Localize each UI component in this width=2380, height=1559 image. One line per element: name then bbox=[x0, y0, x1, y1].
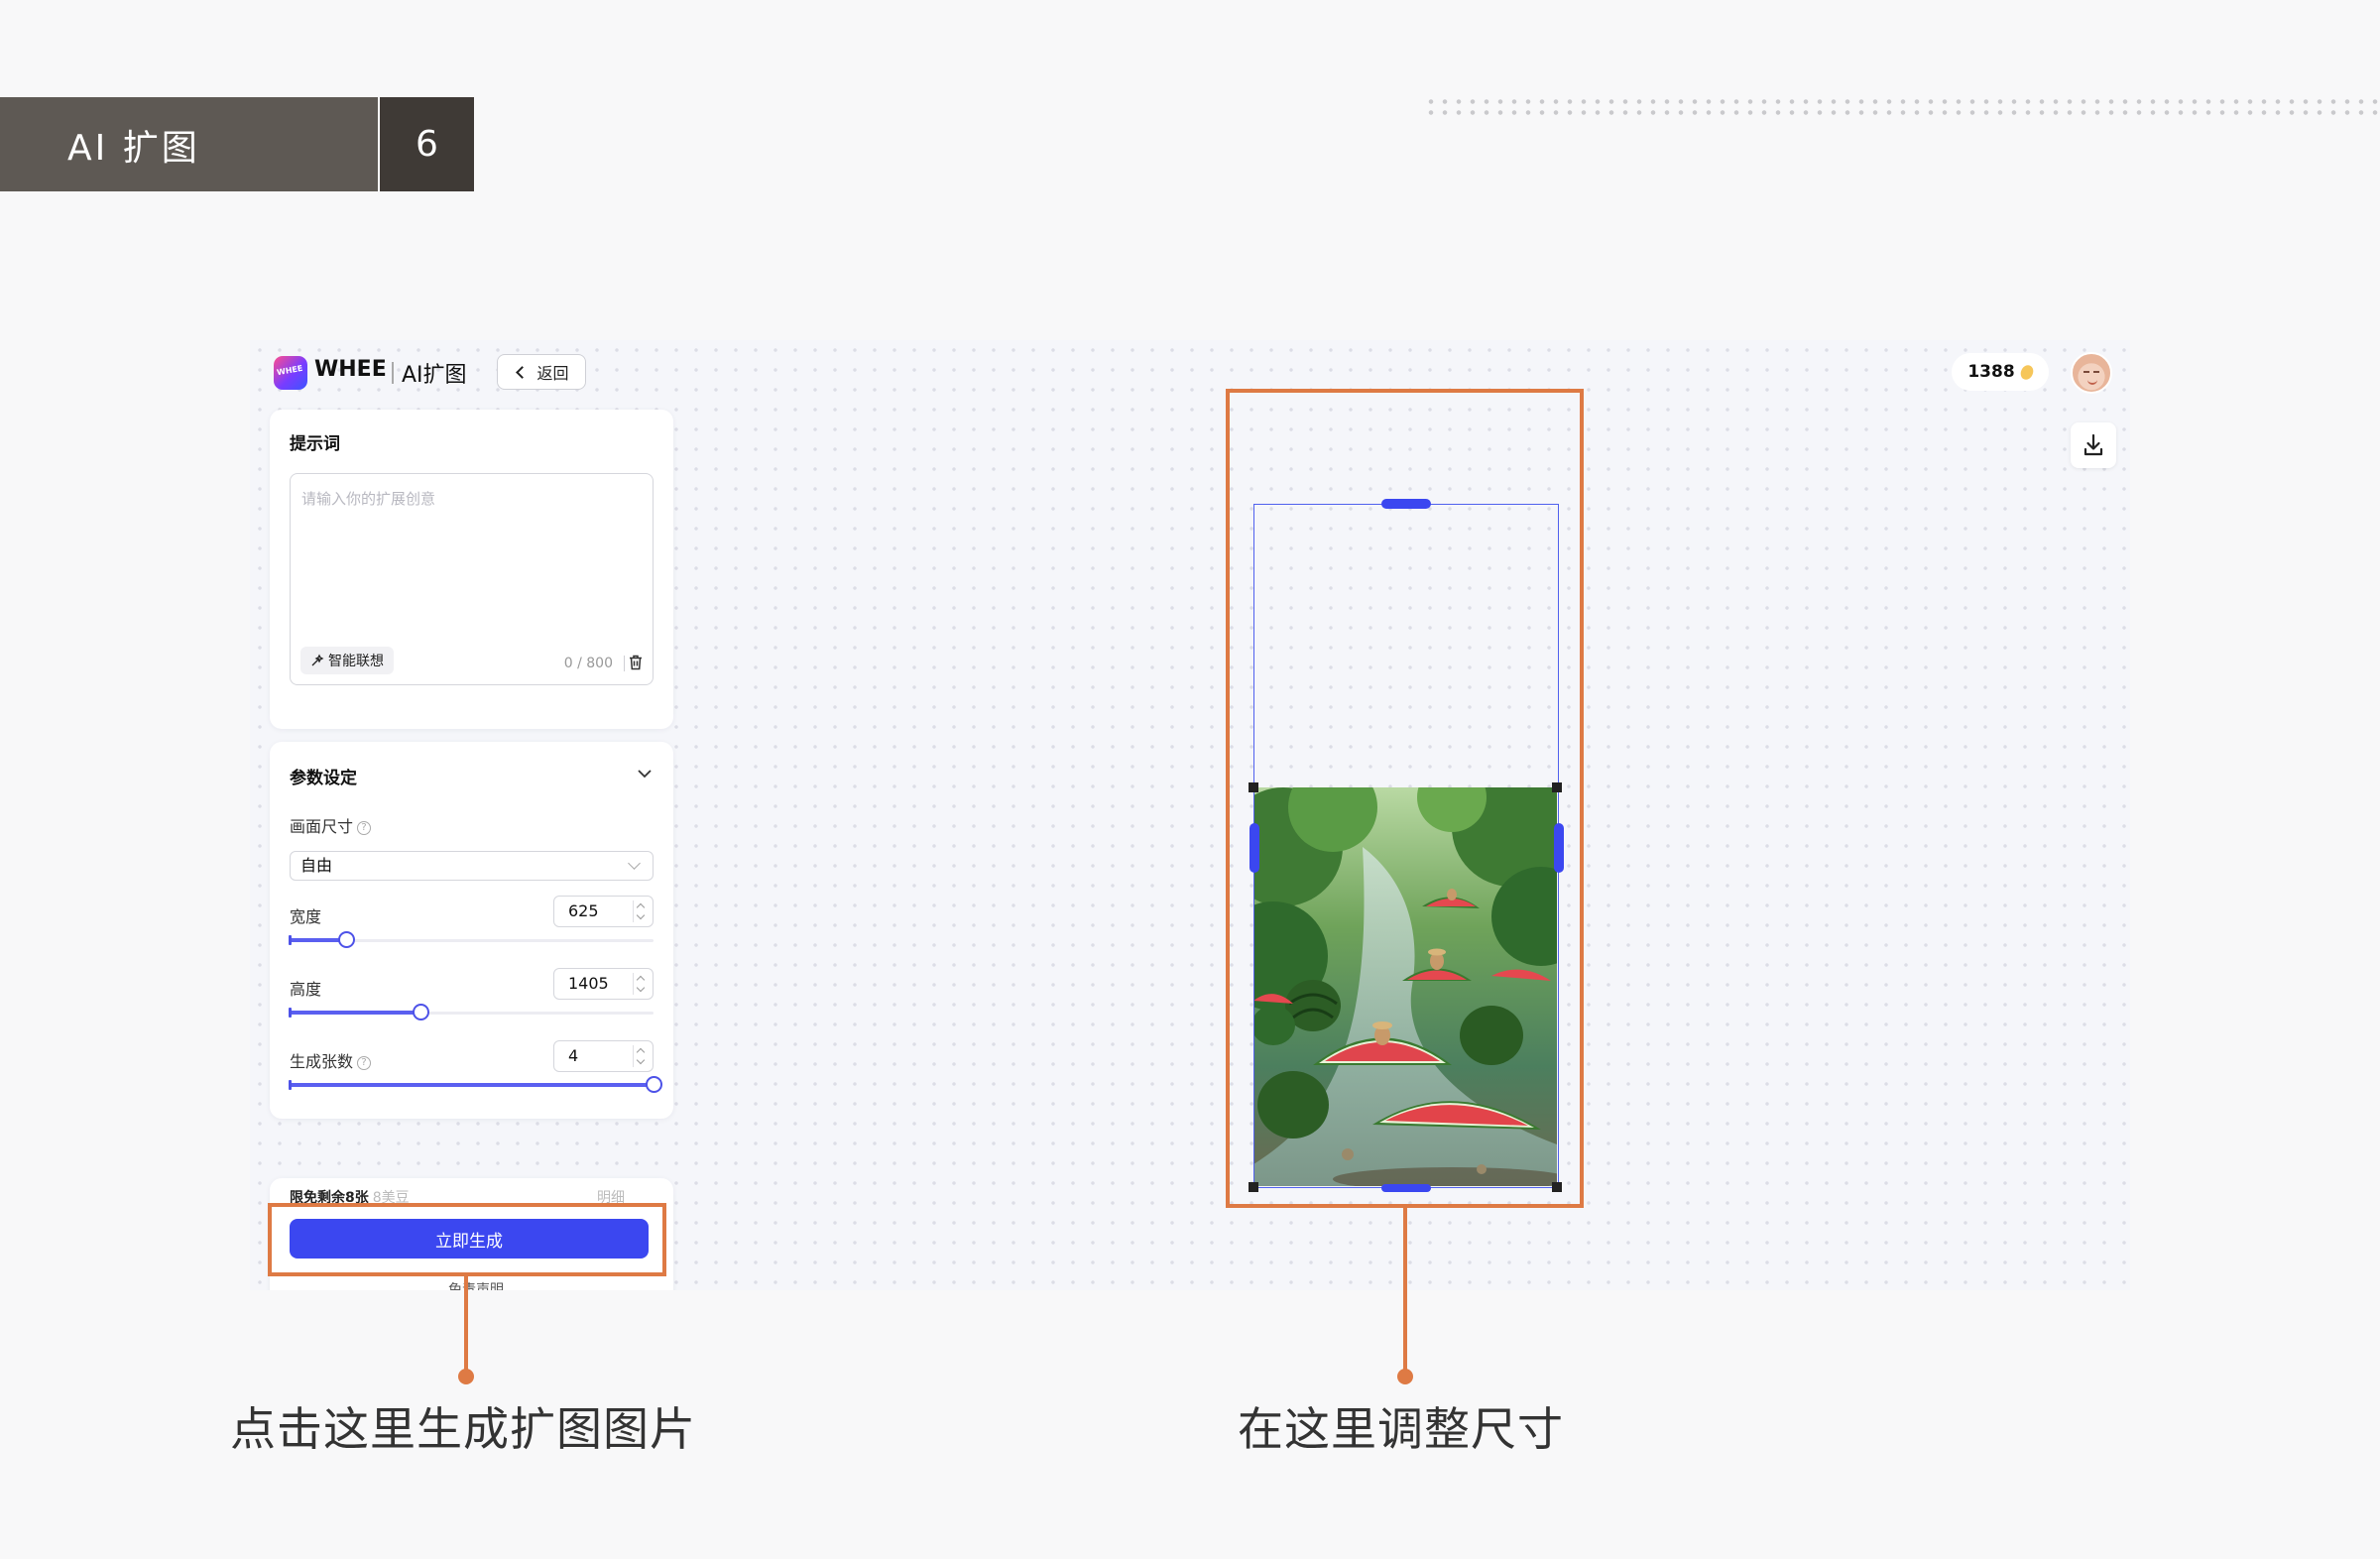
slider-start-tick bbox=[289, 1008, 292, 1018]
width-stepper[interactable] bbox=[633, 900, 647, 922]
module-title: AI扩图 bbox=[402, 363, 467, 388]
params-title: 参数设定 bbox=[290, 769, 357, 788]
width-label: 宽度 bbox=[290, 907, 322, 926]
size-select[interactable]: 自由 bbox=[290, 851, 654, 881]
slider-start-tick bbox=[289, 1080, 292, 1090]
height-input-value: 1405 bbox=[568, 974, 609, 993]
slider-thumb[interactable] bbox=[337, 931, 355, 948]
smart-association-button[interactable]: 智能联想 bbox=[300, 647, 394, 674]
counter-divider bbox=[623, 656, 625, 671]
magic-wand-icon bbox=[311, 654, 324, 666]
app-screenshot: WHEE WHEE AI扩图 返回 1388 提示词 请输入你的扩展创意 智能联… bbox=[250, 340, 2130, 1290]
count-input[interactable]: 4 bbox=[553, 1040, 654, 1072]
brand-name: WHEE bbox=[314, 357, 387, 382]
slide-page-number: 6 bbox=[380, 97, 474, 191]
generate-button-highlight bbox=[268, 1203, 666, 1276]
back-button[interactable]: 返回 bbox=[497, 354, 586, 390]
count-slider[interactable] bbox=[289, 1076, 662, 1093]
params-card: 参数设定 画面尺寸? 自由 宽度 625 高度 1405 生成张数? 4 bbox=[270, 742, 673, 1119]
prompt-placeholder: 请输入你的扩展创意 bbox=[301, 490, 436, 508]
height-stepper[interactable] bbox=[633, 973, 647, 995]
width-input[interactable]: 625 bbox=[553, 896, 654, 927]
chevron-down-icon[interactable] bbox=[637, 768, 653, 780]
smart-association-label: 智能联想 bbox=[328, 654, 384, 669]
prompt-textarea[interactable]: 请输入你的扩展创意 智能联想 0 / 800 bbox=[290, 473, 654, 685]
whee-logo-icon[interactable]: WHEE bbox=[274, 356, 307, 390]
help-icon[interactable]: ? bbox=[357, 1055, 372, 1070]
trash-icon[interactable] bbox=[629, 655, 643, 670]
avatar[interactable] bbox=[2071, 352, 2112, 394]
chevron-left-icon bbox=[516, 365, 530, 379]
disclaimer-link[interactable]: 免责声明 bbox=[448, 1279, 504, 1290]
size-select-value: 自由 bbox=[300, 856, 333, 875]
credits-count: 1388 bbox=[1967, 362, 2015, 382]
help-icon[interactable]: ? bbox=[357, 820, 372, 835]
right-caption: 在这里调整尺寸 bbox=[1238, 1402, 1564, 1456]
height-input[interactable]: 1405 bbox=[553, 968, 654, 1000]
canvas-size-highlight bbox=[1226, 389, 1584, 1208]
right-callout-dot bbox=[1397, 1369, 1413, 1384]
slider-thumb[interactable] bbox=[646, 1076, 662, 1093]
char-counter: 0 / 800 bbox=[563, 656, 613, 671]
logo-text: WHEE bbox=[276, 363, 304, 378]
count-label-text: 生成张数 bbox=[290, 1052, 354, 1071]
width-input-value: 625 bbox=[568, 901, 599, 920]
left-callout-dot bbox=[458, 1369, 474, 1384]
width-slider[interactable] bbox=[289, 931, 654, 948]
download-button[interactable] bbox=[2071, 422, 2116, 468]
right-callout-line bbox=[1403, 1208, 1407, 1377]
left-callout-line bbox=[464, 1276, 468, 1376]
slider-start-tick bbox=[289, 935, 292, 945]
slider-thumb[interactable] bbox=[413, 1004, 430, 1020]
brand-divider bbox=[392, 362, 394, 384]
height-slider[interactable] bbox=[289, 1004, 654, 1020]
count-input-value: 4 bbox=[568, 1046, 579, 1065]
left-caption: 点击这里生成扩图图片 bbox=[230, 1402, 696, 1456]
slide-title: AI 扩图 bbox=[0, 97, 378, 191]
slider-fill bbox=[290, 1011, 421, 1015]
size-label: 画面尺寸? bbox=[290, 813, 372, 837]
prompt-card: 提示词 请输入你的扩展创意 智能联想 0 / 800 bbox=[270, 410, 673, 729]
size-label-text: 画面尺寸 bbox=[290, 817, 354, 836]
chevron-down-icon bbox=[628, 857, 641, 870]
count-stepper[interactable] bbox=[633, 1045, 647, 1067]
app-topbar: WHEE WHEE AI扩图 返回 1388 bbox=[250, 340, 2130, 400]
download-icon bbox=[2083, 433, 2103, 456]
back-button-label: 返回 bbox=[536, 364, 569, 383]
bean-icon bbox=[2018, 362, 2036, 382]
count-label: 生成张数? bbox=[290, 1048, 372, 1072]
height-label: 高度 bbox=[290, 980, 322, 999]
credits-badge[interactable]: 1388 bbox=[1952, 353, 2049, 391]
slide-header: AI 扩图 6 bbox=[0, 97, 474, 191]
prompt-title: 提示词 bbox=[290, 434, 340, 454]
decorative-dot-strip bbox=[1424, 96, 2380, 118]
slider-fill bbox=[290, 1083, 654, 1087]
